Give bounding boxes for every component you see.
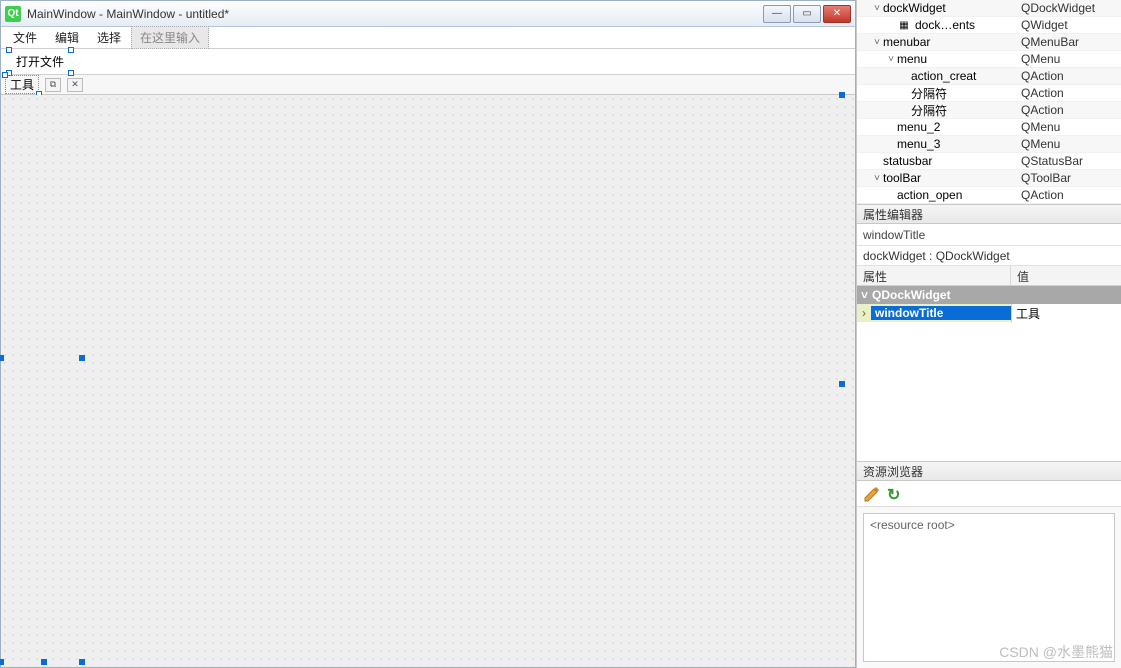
object-name: menu_3 xyxy=(897,137,940,151)
object-class: QAction xyxy=(1021,69,1121,83)
titlebar[interactable]: Qt MainWindow - MainWindow - untitled* —… xyxy=(1,1,855,27)
menubar: 文件 编辑 选择 在这里输入 xyxy=(1,27,855,49)
property-row-windowtitle[interactable]: › windowTitle 工具 xyxy=(857,304,1121,322)
col-name: 属性 xyxy=(857,266,1011,285)
chevron-right-icon: › xyxy=(857,306,871,320)
action-open-file[interactable]: 打开文件 xyxy=(9,50,71,73)
property-group[interactable]: ˅ QDockWidget xyxy=(857,286,1121,304)
tree-row[interactable]: ˅menu QMenu xyxy=(857,51,1121,68)
property-name: windowTitle xyxy=(871,306,1011,320)
widget-icon: ▦ xyxy=(897,19,911,31)
menu-edit[interactable]: 编辑 xyxy=(47,27,87,48)
edit-icon[interactable] xyxy=(863,485,881,503)
object-name: dock…ents xyxy=(915,18,975,32)
resource-browser-header: 资源浏览器 xyxy=(857,461,1121,481)
object-class: QAction xyxy=(1021,86,1121,100)
menu-select[interactable]: 选择 xyxy=(89,27,129,48)
property-editor-header: 属性编辑器 xyxy=(857,204,1121,224)
object-inspector[interactable]: ˅dockWidgetQDockWidget▦dock…entsQWidget˅… xyxy=(857,0,1121,204)
property-object-label: dockWidget : QDockWidget xyxy=(857,246,1121,266)
object-class: QToolBar xyxy=(1021,171,1121,185)
object-name: 分隔符 xyxy=(911,102,947,119)
minimize-button[interactable]: — xyxy=(763,5,791,23)
expand-icon[interactable]: ˅ xyxy=(871,37,883,48)
resource-toolbar: ↻ xyxy=(857,481,1121,507)
object-name: menu_2 xyxy=(897,120,940,134)
object-class: QDockWidget xyxy=(1021,1,1121,15)
tree-row[interactable]: ˅menubar QMenuBar xyxy=(857,34,1121,51)
object-name: statusbar xyxy=(883,154,932,168)
object-class: QMenu xyxy=(1021,52,1121,66)
action-open-label: 打开文件 xyxy=(16,55,64,69)
design-window: Qt MainWindow - MainWindow - untitled* —… xyxy=(0,0,856,668)
dock-widget-header: 工具 ⧉ ✕ xyxy=(1,75,855,95)
menu-type-here[interactable]: 在这里输入 xyxy=(131,26,209,49)
reload-icon[interactable]: ↻ xyxy=(887,485,905,503)
object-class: QMenuBar xyxy=(1021,35,1121,49)
right-panel: ˅dockWidgetQDockWidget▦dock…entsQWidget˅… xyxy=(856,0,1121,668)
menu-file[interactable]: 文件 xyxy=(5,27,45,48)
dock-float-button[interactable]: ⧉ xyxy=(45,78,61,92)
tree-row[interactable]: menu_2 QMenu xyxy=(857,119,1121,136)
col-value: 值 xyxy=(1011,266,1121,285)
watermark: CSDN @水墨熊猫 xyxy=(999,642,1113,662)
tree-row[interactable]: 分隔符 QAction xyxy=(857,102,1121,119)
object-name: action_creat xyxy=(911,69,976,83)
expand-icon[interactable]: ˅ xyxy=(885,54,897,65)
object-class: QMenu xyxy=(1021,120,1121,134)
object-name: dockWidget xyxy=(883,1,946,15)
object-class: QStatusBar xyxy=(1021,154,1121,168)
tree-row[interactable]: ˅dockWidget QDockWidget xyxy=(857,0,1121,17)
property-columns: 属性 值 xyxy=(857,266,1121,286)
form-canvas[interactable] xyxy=(1,95,855,667)
toolbar: 打开文件 xyxy=(1,49,855,75)
object-class: QAction xyxy=(1021,188,1121,202)
close-button[interactable]: ✕ xyxy=(823,5,851,23)
tree-row[interactable]: action_creat QAction xyxy=(857,68,1121,85)
tree-row[interactable]: menu_3 QMenu xyxy=(857,136,1121,153)
object-name: action_open xyxy=(897,188,962,202)
dock-close-button[interactable]: ✕ xyxy=(67,78,83,92)
dock-title[interactable]: 工具 xyxy=(5,75,39,94)
object-class: QAction xyxy=(1021,103,1121,117)
tree-row[interactable]: statusbar QStatusBar xyxy=(857,153,1121,170)
object-name: 分隔符 xyxy=(911,85,947,102)
object-class: QMenu xyxy=(1021,137,1121,151)
resource-tree[interactable]: <resource root> xyxy=(863,513,1115,662)
tree-row[interactable]: ˅toolBar QToolBar xyxy=(857,170,1121,187)
qt-icon: Qt xyxy=(5,6,21,22)
window-title: MainWindow - MainWindow - untitled* xyxy=(27,7,763,21)
object-name: menu xyxy=(897,52,927,66)
tree-row[interactable]: 分隔符 QAction xyxy=(857,85,1121,102)
object-name: toolBar xyxy=(883,171,921,185)
chevron-down-icon: ˅ xyxy=(861,288,868,302)
object-name: menubar xyxy=(883,35,930,49)
object-class: QWidget xyxy=(1021,18,1121,32)
expand-icon[interactable]: ˅ xyxy=(871,3,883,14)
property-value[interactable]: 工具 xyxy=(1011,304,1121,322)
tree-row[interactable]: action_open QAction xyxy=(857,187,1121,204)
tree-row[interactable]: ▦ dock…ents QWidget xyxy=(857,17,1121,34)
expand-icon[interactable]: ˅ xyxy=(871,173,883,184)
property-filter-input[interactable]: windowTitle xyxy=(857,224,1121,246)
maximize-button[interactable]: ▭ xyxy=(793,5,821,23)
